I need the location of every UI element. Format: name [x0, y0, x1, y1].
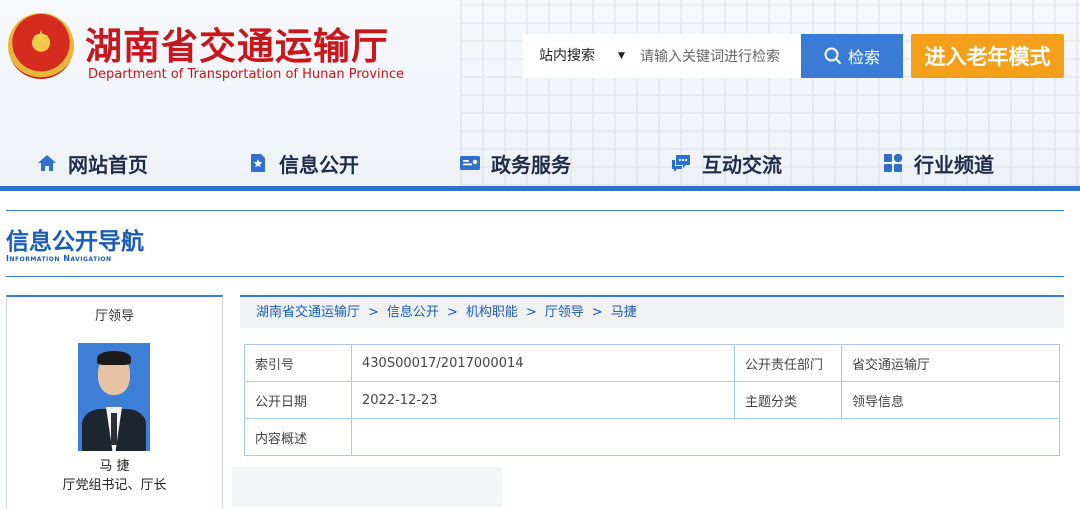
main-nav: 网站首页 信息公开 政务服务 互动交流 行业频道 — [0, 140, 1080, 186]
breadcrumb-item[interactable]: 信息公开 — [387, 297, 439, 328]
search-button-label: 检索 — [847, 50, 880, 67]
nav-label: 行业频道 — [914, 152, 994, 177]
leader-panel: 厅领导 马 捷 厅党组书记、厅长 — [6, 295, 223, 509]
breadcrumb: 湖南省交通运输厅 > 信息公开 > 机构职能 > 厅领导 > 马捷 — [240, 295, 1064, 328]
panel-title: 厅领导 — [94, 309, 134, 324]
topic-value: 领导信息 — [841, 381, 1060, 419]
section-top-divider — [6, 210, 1064, 211]
site-subtitle: Department of Transportation of Hunan Pr… — [88, 67, 405, 82]
leader-position: 厅党组书记、厅长 — [62, 478, 167, 493]
document-icon — [251, 154, 265, 172]
chat-icon — [672, 155, 690, 172]
nav-item-gov-services[interactable]: 政务服务 — [459, 140, 571, 186]
national-emblem-icon: ★ — [8, 13, 74, 79]
dept-value: 省交通运输厅 — [841, 344, 1060, 382]
nav-label: 政务服务 — [491, 152, 571, 177]
leader-photo[interactable] — [78, 343, 150, 451]
breadcrumb-item[interactable]: 厅领导 — [545, 297, 584, 328]
info-table: 索引号 430S00017/2017000014 公开责任部门 省交通运输厅 公… — [244, 344, 1060, 456]
summary-value — [351, 418, 1060, 456]
index-value: 430S00017/2017000014 — [351, 344, 735, 382]
nav-item-interaction[interactable]: 互动交流 — [670, 140, 782, 186]
leader-name[interactable]: 马 捷 — [7, 455, 222, 474]
content-area-shade — [232, 467, 502, 507]
summary-label: 内容概述 — [244, 418, 352, 456]
dept-label: 公开责任部门 — [734, 344, 842, 382]
nav-underline — [0, 186, 1080, 191]
search-icon — [824, 47, 842, 65]
home-icon — [38, 155, 56, 171]
elder-mode-button[interactable]: 进入老年模式 — [911, 34, 1064, 78]
breadcrumb-item-current: 马捷 — [610, 305, 637, 320]
id-card-icon — [460, 156, 480, 170]
site-title[interactable]: 湖南省交通运输厅 — [85, 16, 389, 70]
section-subtitle: Information Navigation — [6, 254, 112, 263]
topic-label: 主题分类 — [734, 381, 842, 419]
table-row: 内容概述 — [244, 418, 1060, 456]
search-input[interactable] — [638, 40, 802, 74]
date-value: 2022-12-23 — [351, 381, 735, 419]
date-label: 公开日期 — [244, 381, 352, 419]
site-header: ★ 湖南省交通运输厅 Department of Transportation … — [0, 0, 1080, 186]
table-row: 公开日期 2022-12-23 主题分类 领导信息 — [244, 381, 1060, 419]
search-bar: 站内搜索 ▼ 检索 — [523, 34, 903, 78]
grid-icon — [884, 153, 903, 172]
nav-item-info-disclosure[interactable]: 信息公开 — [247, 140, 359, 186]
nav-label: 信息公开 — [279, 152, 359, 177]
search-scope-select[interactable]: 站内搜索 — [539, 34, 595, 78]
nav-label: 互动交流 — [702, 152, 782, 177]
nav-item-home[interactable]: 网站首页 — [36, 140, 148, 186]
nav-label: 网站首页 — [68, 152, 148, 177]
index-label: 索引号 — [244, 344, 352, 382]
breadcrumb-item[interactable]: 机构职能 — [466, 297, 518, 328]
caret-down-icon[interactable]: ▼ — [618, 34, 625, 78]
section-bottom-divider — [6, 276, 1064, 277]
section-title: 信息公开导航 — [6, 229, 144, 255]
table-row: 索引号 430S00017/2017000014 公开责任部门 省交通运输厅 — [244, 344, 1060, 382]
search-button[interactable]: 检索 — [801, 34, 903, 78]
breadcrumb-item[interactable]: 湖南省交通运输厅 — [256, 297, 360, 328]
nav-item-industry[interactable]: 行业频道 — [882, 140, 994, 186]
